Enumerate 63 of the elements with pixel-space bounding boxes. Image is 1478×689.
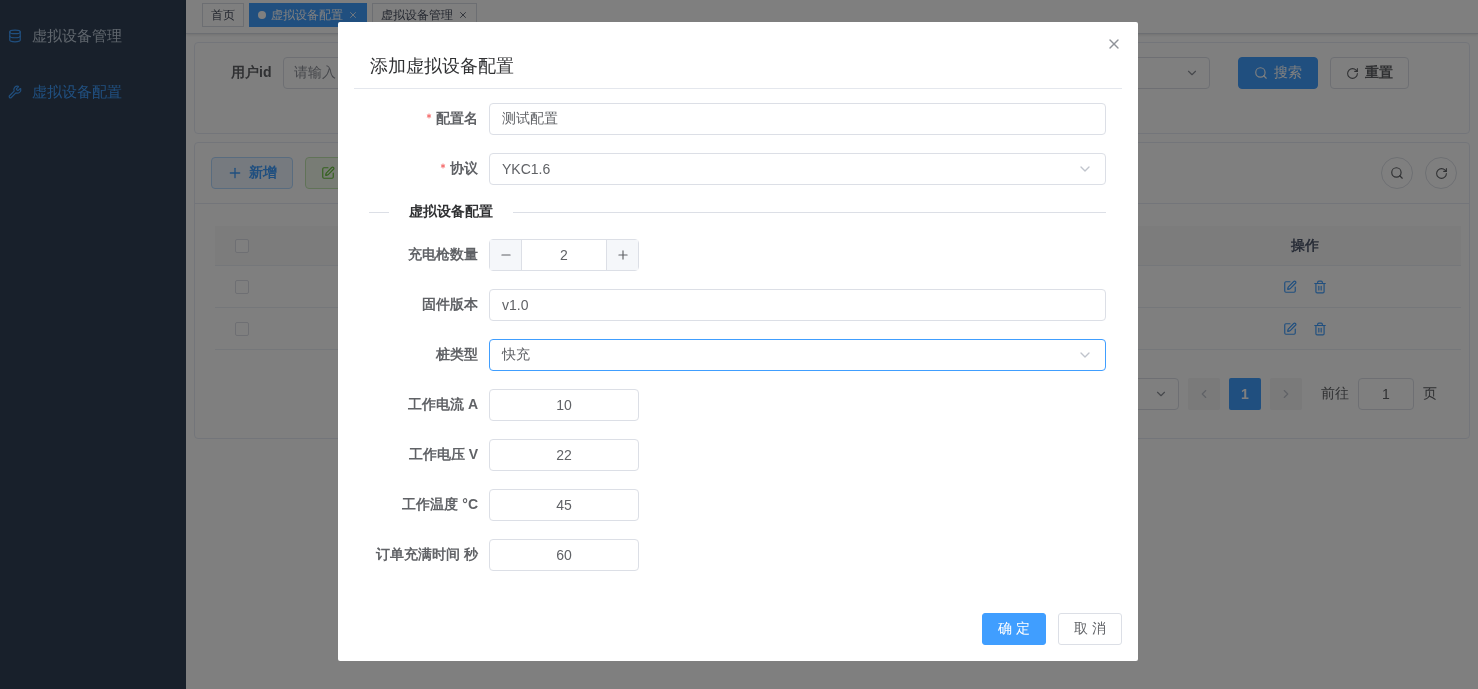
field-label: 协议 [354,160,478,178]
wrench-icon [8,85,22,99]
increment-button[interactable] [606,240,638,270]
number-field[interactable]: 22 [489,439,639,471]
column-header: 操作 [1290,236,1320,255]
refresh-button[interactable] [1425,157,1457,189]
input-field[interactable]: 测试配置 [489,103,1106,135]
sidebar-item[interactable]: 虚拟设备配置 [0,64,186,120]
active-dot-icon [258,11,266,19]
tab-label: 虚拟设备管理 [381,6,453,24]
stepper-value: 2 [559,246,569,265]
number-field[interactable]: 10 [489,389,639,421]
sidebar-label: 虚拟设备管理 [32,26,122,46]
cancel-button[interactable]: 取 消 [1058,613,1122,645]
plus-icon [615,248,630,262]
edit-icon[interactable] [1283,321,1297,336]
prev-page-button[interactable] [1188,378,1220,410]
field-label: 用户id [231,64,272,82]
input-field[interactable]: v1.0 [489,289,1106,321]
field-label: 固件版本 [421,296,478,314]
page-input[interactable]: 1 [1358,378,1414,410]
confirm-button[interactable]: 确 定 [982,613,1046,645]
close-icon[interactable] [348,10,358,20]
edit-icon [321,166,335,180]
number-field[interactable]: 60 [489,539,639,571]
edit-icon[interactable] [1283,279,1297,294]
tab-label: 虚拟设备配置 [271,6,343,24]
select-field[interactable]: 快充 [489,339,1106,371]
field-label: 配置名 [354,110,478,128]
next-page-button[interactable] [1270,378,1302,410]
page-button[interactable]: 1 [1229,378,1261,410]
number-field[interactable]: 45 [489,489,639,521]
dialog-title: 添加虚拟设备配置 [370,55,514,78]
reset-button[interactable]: 重置 [1330,57,1409,89]
field-label: 工作电压 V [407,446,478,464]
delete-icon[interactable] [1313,321,1327,336]
select-field[interactable]: YKC1.6 [489,153,1106,185]
close-icon[interactable] [458,10,468,20]
tab-label: 首页 [211,6,235,24]
search-icon [1390,166,1404,180]
database-icon [8,29,22,43]
search-button[interactable]: 搜索 [1238,57,1318,89]
field-label: 订单充满时间 秒 [374,546,478,564]
field-label: 桩类型 [435,346,478,364]
goto-label: 前往 [1321,385,1349,403]
decrement-button[interactable] [490,240,522,270]
tab[interactable]: 虚拟设备配置 [249,3,367,27]
search-button[interactable] [1381,157,1413,189]
page-suffix: 页 [1423,385,1437,403]
delete-icon[interactable] [1313,279,1327,294]
field-label: 工作电流 A [407,396,478,414]
add-button[interactable]: 新增 [211,157,293,189]
refresh-icon [1434,166,1448,180]
sidebar-item[interactable]: 虚拟设备管理 [0,8,186,64]
refresh-icon [1346,66,1359,80]
field-label: 充电枪数量 [407,246,478,264]
sidebar-label: 虚拟设备配置 [32,82,122,102]
section-title: 虚拟设备配置 [409,203,493,221]
plus-icon [227,165,243,181]
search-icon [1254,66,1268,80]
number-stepper[interactable]: 2 [489,239,639,271]
field-label: 工作温度 °C [401,496,478,514]
tab[interactable]: 首页 [202,3,244,27]
